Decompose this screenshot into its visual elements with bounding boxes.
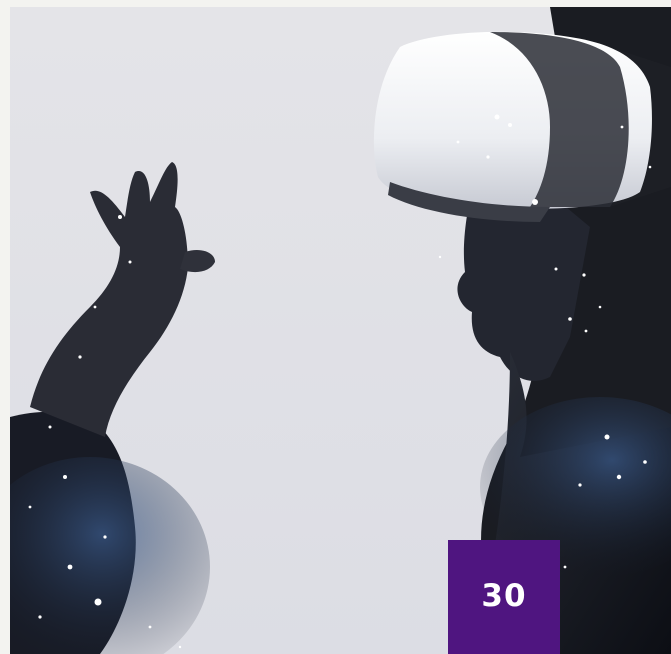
vr-headset bbox=[373, 31, 671, 222]
photo-illustration bbox=[10, 7, 671, 654]
vr-headset-photo bbox=[10, 7, 671, 654]
number-badge-value: 30 bbox=[481, 577, 527, 614]
page: 30 bbox=[0, 0, 671, 654]
number-badge: 30 bbox=[448, 540, 560, 654]
